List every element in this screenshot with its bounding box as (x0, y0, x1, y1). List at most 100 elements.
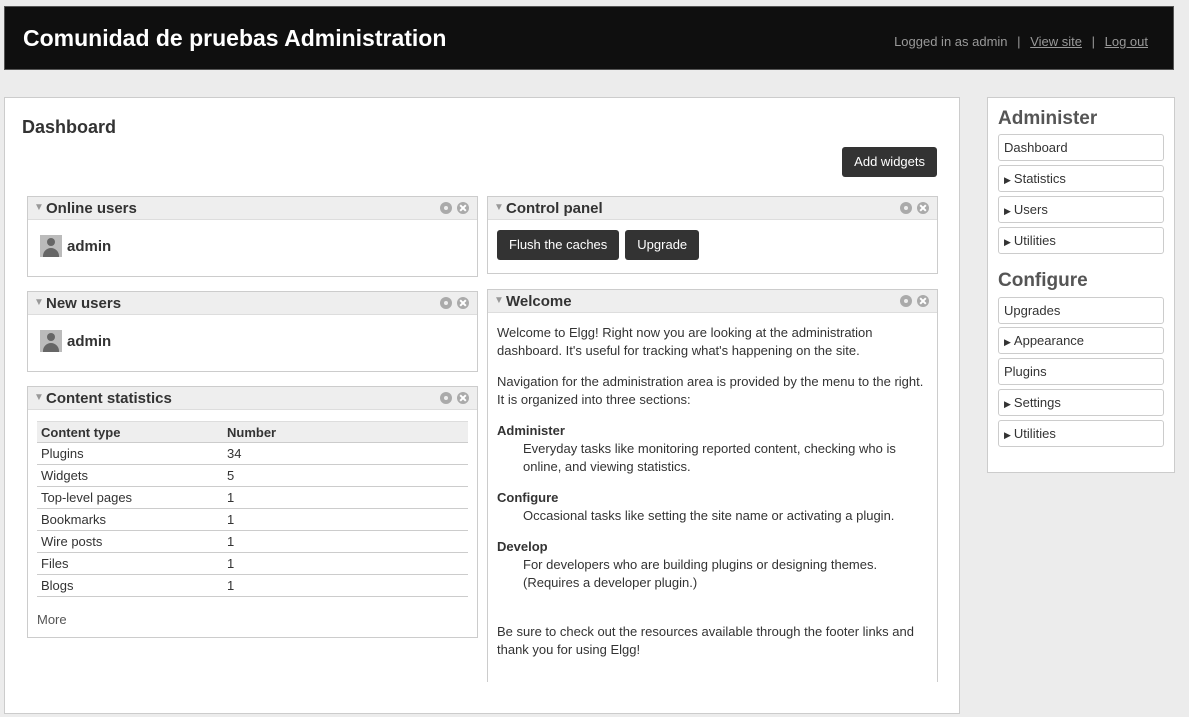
table-row: Bookmarks 1 (37, 508, 468, 531)
sidebar-item-utilities[interactable]: ▶ Utilities (998, 227, 1164, 254)
gear-icon[interactable] (900, 202, 912, 214)
sidebar-item-label: Utilities (1013, 426, 1056, 441)
gear-icon[interactable] (440, 202, 452, 214)
sidebar-item-plugins[interactable]: Plugins (998, 358, 1164, 385)
username-link[interactable]: admin (67, 238, 111, 255)
cell-type: Files (37, 552, 223, 575)
avatar[interactable] (40, 330, 62, 352)
widget-title: New users (46, 295, 122, 312)
log-out-link[interactable]: Log out (1105, 34, 1148, 49)
table-row: Widgets 5 (37, 464, 468, 487)
cell-type: Widgets (37, 464, 223, 487)
main-content: Dashboard Add widgets ▼ Online users adm… (4, 97, 960, 714)
sidebar-item-label: Appearance (1013, 333, 1085, 348)
flush-caches-button[interactable]: Flush the caches (497, 230, 620, 260)
user-links: Logged in as admin | View site | Log out (894, 34, 1148, 49)
close-icon[interactable] (457, 202, 469, 214)
close-icon[interactable] (457, 297, 469, 309)
sidebar-item-dashboard[interactable]: Dashboard (998, 134, 1164, 161)
widget-content-statistics: ▼ Content statistics Content type Number… (27, 386, 478, 638)
widget-header: ▼ Welcome (488, 290, 937, 313)
expand-icon: ▶ (1004, 175, 1011, 185)
sidebar-item-settings[interactable]: ▶ Settings (998, 389, 1164, 416)
welcome-paragraph: Be sure to check out the resources avail… (497, 624, 914, 657)
user-entry[interactable]: admin (40, 330, 111, 352)
gear-icon[interactable] (440, 392, 452, 404)
page-title: Dashboard (22, 117, 117, 137)
widget-online-users: ▼ Online users admin (27, 196, 478, 277)
admin-sidebar: Administer Dashboard ▶ Statistics ▶ Users … (987, 97, 1175, 473)
sidebar-item-upgrades[interactable]: Upgrades (998, 297, 1164, 324)
section-description: Everyday tasks like monitoring reported … (523, 441, 896, 474)
table-row: Files 1 (37, 552, 468, 575)
cell-number: 1 (223, 530, 468, 553)
section-term: Configure (497, 490, 559, 505)
widget-header: ▼ Content statistics (28, 387, 477, 410)
view-site-link[interactable]: View site (1030, 34, 1082, 49)
sidebar-item-label: Settings (1013, 395, 1061, 410)
widget-title: Welcome (506, 293, 572, 310)
sidebar-heading-configure: Configure (998, 270, 1088, 291)
sidebar-item-label: Users (1013, 202, 1048, 217)
sidebar-item-label: Upgrades (1004, 303, 1061, 318)
section-description: For developers who are building plugins … (523, 557, 878, 590)
expand-icon: ▶ (1004, 206, 1011, 216)
column-header: Number (223, 421, 468, 443)
sidebar-item-configure-utilities[interactable]: ▶ Utilities (998, 420, 1164, 447)
sidebar-item-users[interactable]: ▶ Users (998, 196, 1164, 223)
collapse-icon[interactable]: ▼ (34, 202, 44, 213)
avatar[interactable] (40, 235, 62, 257)
column-header: Content type (37, 421, 223, 443)
table-row: Plugins 34 (37, 442, 468, 465)
close-icon[interactable] (917, 295, 929, 307)
sidebar-item-label: Utilities (1013, 233, 1056, 248)
collapse-icon[interactable]: ▼ (494, 295, 504, 306)
sidebar-heading-administer: Administer (998, 108, 1098, 129)
widget-title: Online users (46, 200, 137, 217)
widget-welcome: ▼ Welcome Welcome to Elgg! Right now you… (487, 289, 938, 682)
add-widgets-button[interactable]: Add widgets (842, 147, 937, 177)
cell-type: Wire posts (37, 530, 223, 553)
gear-icon[interactable] (440, 297, 452, 309)
expand-icon: ▶ (1004, 399, 1011, 409)
collapse-icon[interactable]: ▼ (34, 297, 44, 308)
widget-control-panel: ▼ Control panel Flush the caches Upgrade (487, 196, 938, 274)
cell-number: 1 (223, 508, 468, 531)
welcome-text: Welcome to Elgg! Right now you are looki… (497, 324, 927, 672)
upgrade-button[interactable]: Upgrade (625, 230, 700, 260)
close-icon[interactable] (457, 392, 469, 404)
site-title: Comunidad de pruebas Administration (23, 25, 447, 51)
sidebar-item-statistics[interactable]: ▶ Statistics (998, 165, 1164, 192)
gear-icon[interactable] (900, 295, 912, 307)
section-term: Administer (497, 423, 565, 438)
close-icon[interactable] (917, 202, 929, 214)
sidebar-item-label: Dashboard (1004, 140, 1068, 155)
expand-icon: ▶ (1004, 337, 1011, 347)
more-link[interactable]: More (37, 612, 67, 627)
sidebar-item-label: Statistics (1013, 171, 1066, 186)
widget-title: Content statistics (46, 390, 172, 407)
collapse-icon[interactable]: ▼ (494, 202, 504, 213)
widget-title: Control panel (506, 200, 603, 217)
cell-number: 1 (223, 552, 468, 575)
user-entry[interactable]: admin (40, 235, 111, 257)
table-row: Blogs 1 (37, 574, 468, 597)
widget-header: ▼ Online users (28, 197, 477, 220)
cell-type: Bookmarks (37, 508, 223, 531)
cell-number: 1 (223, 486, 468, 509)
section-term: Develop (497, 539, 548, 554)
cell-type: Blogs (37, 574, 223, 597)
cell-type: Top-level pages (37, 486, 223, 509)
separator: | (1091, 34, 1095, 49)
widget-new-users: ▼ New users admin (27, 291, 478, 372)
expand-icon: ▶ (1004, 430, 1011, 440)
sidebar-item-appearance[interactable]: ▶ Appearance (998, 327, 1164, 354)
username-link[interactable]: admin (67, 333, 111, 350)
cell-number: 5 (223, 464, 468, 487)
cell-number: 1 (223, 574, 468, 597)
expand-icon: ▶ (1004, 237, 1011, 247)
cell-type: Plugins (37, 442, 223, 465)
separator: | (1017, 34, 1021, 49)
sidebar-item-label: Plugins (1004, 364, 1047, 379)
collapse-icon[interactable]: ▼ (34, 392, 44, 403)
